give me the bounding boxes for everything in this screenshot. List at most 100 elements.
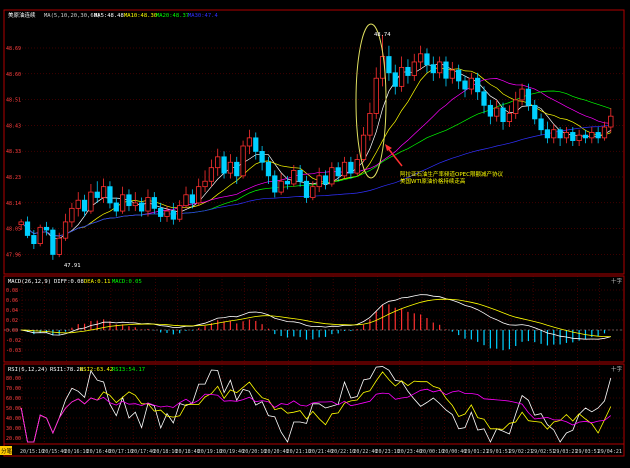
annotation-arrowhead — [385, 144, 392, 151]
candle-down — [487, 104, 493, 117]
candle-up — [373, 77, 379, 114]
candle-down — [500, 107, 506, 122]
candle-down — [253, 137, 259, 152]
candle-up — [119, 194, 126, 212]
candle-up — [88, 191, 94, 212]
ma-params: MA(5,10,20,30,60) — [44, 13, 100, 19]
macd-tick-label: -0.03 — [6, 348, 21, 354]
instrument-name: 美原油连续 — [8, 11, 36, 19]
candle-down — [595, 132, 601, 139]
x-tick-label: 20/16:40 — [87, 449, 111, 455]
candle-down — [386, 56, 392, 74]
candle-up — [310, 186, 316, 198]
candle-up — [506, 113, 513, 123]
y-axis-ticks: 48.69 48.60 48.51 48.43 48.33 48.23 48.14 48.05… — [6, 46, 21, 442]
candle-up — [164, 210, 170, 217]
candle-up — [437, 61, 443, 74]
rsi-tick-label: 40.00 — [6, 416, 21, 422]
dif-value: DIFF:0.08 — [54, 279, 84, 285]
x-tick-label: 20/18:40 — [176, 449, 200, 455]
rsi-params: RSI(6,12,24) — [8, 367, 48, 373]
candle-down — [113, 202, 119, 212]
chart-canvas[interactable]: 美原油连续 MA(5,10,20,30,60) MA5:48.48 MA10:4… — [0, 0, 630, 468]
candle-up — [316, 175, 322, 188]
candle-up — [551, 129, 557, 139]
rsi-tick-label: 80.00 — [6, 376, 21, 382]
candle-up — [56, 237, 62, 255]
candle-up — [69, 207, 75, 223]
candle-down — [31, 235, 37, 244]
candle-up — [202, 180, 208, 188]
candle-down — [348, 161, 354, 174]
price-tick-label: 48.69 — [6, 46, 21, 52]
candle-down — [456, 69, 462, 82]
candle-up — [360, 134, 367, 160]
candle-up — [278, 180, 284, 193]
candle-up — [145, 197, 151, 212]
annotation-line-1: 阿拉亚石油生产率频道OPEC限额减产协议 — [400, 170, 503, 178]
ma5-value: MA5:48.48 — [94, 13, 124, 19]
candle-down — [139, 202, 145, 212]
candle-up — [367, 113, 373, 136]
rsi-tick-label: 30.00 — [6, 426, 21, 432]
x-tick-label: 20/17:10 — [109, 449, 133, 455]
candle-down — [94, 191, 100, 198]
macd-tick-label: 0.08 — [6, 288, 18, 294]
x-tick-label: 20/22:10 — [331, 449, 355, 455]
candle-up — [100, 186, 107, 198]
ma60-line — [20, 124, 611, 237]
macd-tick-label: 0.00 — [6, 328, 18, 334]
candle-down — [151, 197, 157, 209]
x-tick-label: 20/16:10 — [64, 449, 88, 455]
price-panel[interactable] — [3, 9, 625, 275]
x-tick-label: 20/20:40 — [264, 449, 288, 455]
x-axis-ticks: 20/15:1020/15:4020/16:1020/16:4020/17:10… — [20, 449, 622, 455]
rsi3-value: RSI3:54.17 — [112, 367, 145, 373]
x-tick-label: 20/20:10 — [242, 449, 266, 455]
x-tick-label: 29/03:21 — [553, 449, 577, 455]
candle-up — [417, 53, 424, 63]
price-tick-label: 48.14 — [6, 201, 21, 207]
price-tick-label: 47.96 — [6, 252, 21, 258]
candle-down — [126, 194, 132, 207]
candle-down — [259, 151, 265, 163]
candle-up — [329, 167, 335, 185]
ma30-value: MA30:47.4 — [188, 13, 218, 19]
candle-down — [424, 53, 430, 66]
x-tick-label: 20/18:10 — [153, 449, 177, 455]
candle-down — [462, 80, 468, 90]
rsi-corner-label: 十字 — [611, 365, 623, 373]
tab-fenbi-label: 分笔 — [1, 447, 13, 455]
low-price-label: 47.91 — [64, 263, 81, 269]
x-tick-label: 29/01:21 — [464, 449, 488, 455]
x-tick-label: 29/01:51 — [487, 449, 511, 455]
candle-down — [532, 104, 538, 120]
candle-down — [538, 118, 544, 131]
macd-legend: MACD(26,12,9) DIFF:0.08 DEA:0.11 MACD:0.… — [8, 279, 142, 285]
candle-up — [601, 126, 608, 139]
candle-down — [272, 175, 278, 193]
candle-down — [475, 77, 481, 93]
candle-down — [234, 161, 240, 177]
candle-down — [557, 129, 563, 139]
candle-down — [158, 207, 164, 217]
candle-up — [519, 88, 525, 101]
x-tick-label: 20/19:40 — [220, 449, 244, 455]
rsi-legend: RSI(6,12,24) RSI1:78.28 RSI2:63.42 RSI3:… — [8, 367, 145, 373]
candle-down — [392, 72, 398, 87]
x-tick-label: 29/02:21 — [509, 449, 533, 455]
candle-up — [513, 99, 519, 114]
candle-down — [170, 210, 176, 220]
candle-down — [582, 134, 589, 139]
candle-down — [303, 180, 310, 198]
candle-down — [335, 167, 341, 177]
candle-up — [576, 134, 582, 141]
candle-down — [322, 175, 329, 185]
macd-panel[interactable] — [3, 275, 625, 363]
x-tick-label: 20/22:40 — [353, 449, 377, 455]
x-tick-label: 20/00:40 — [442, 449, 466, 455]
candle-down — [570, 132, 576, 141]
annotation-arrow — [386, 146, 403, 167]
rsi2-value: RSI2:63.42 — [80, 367, 113, 373]
candle-down — [265, 161, 272, 177]
